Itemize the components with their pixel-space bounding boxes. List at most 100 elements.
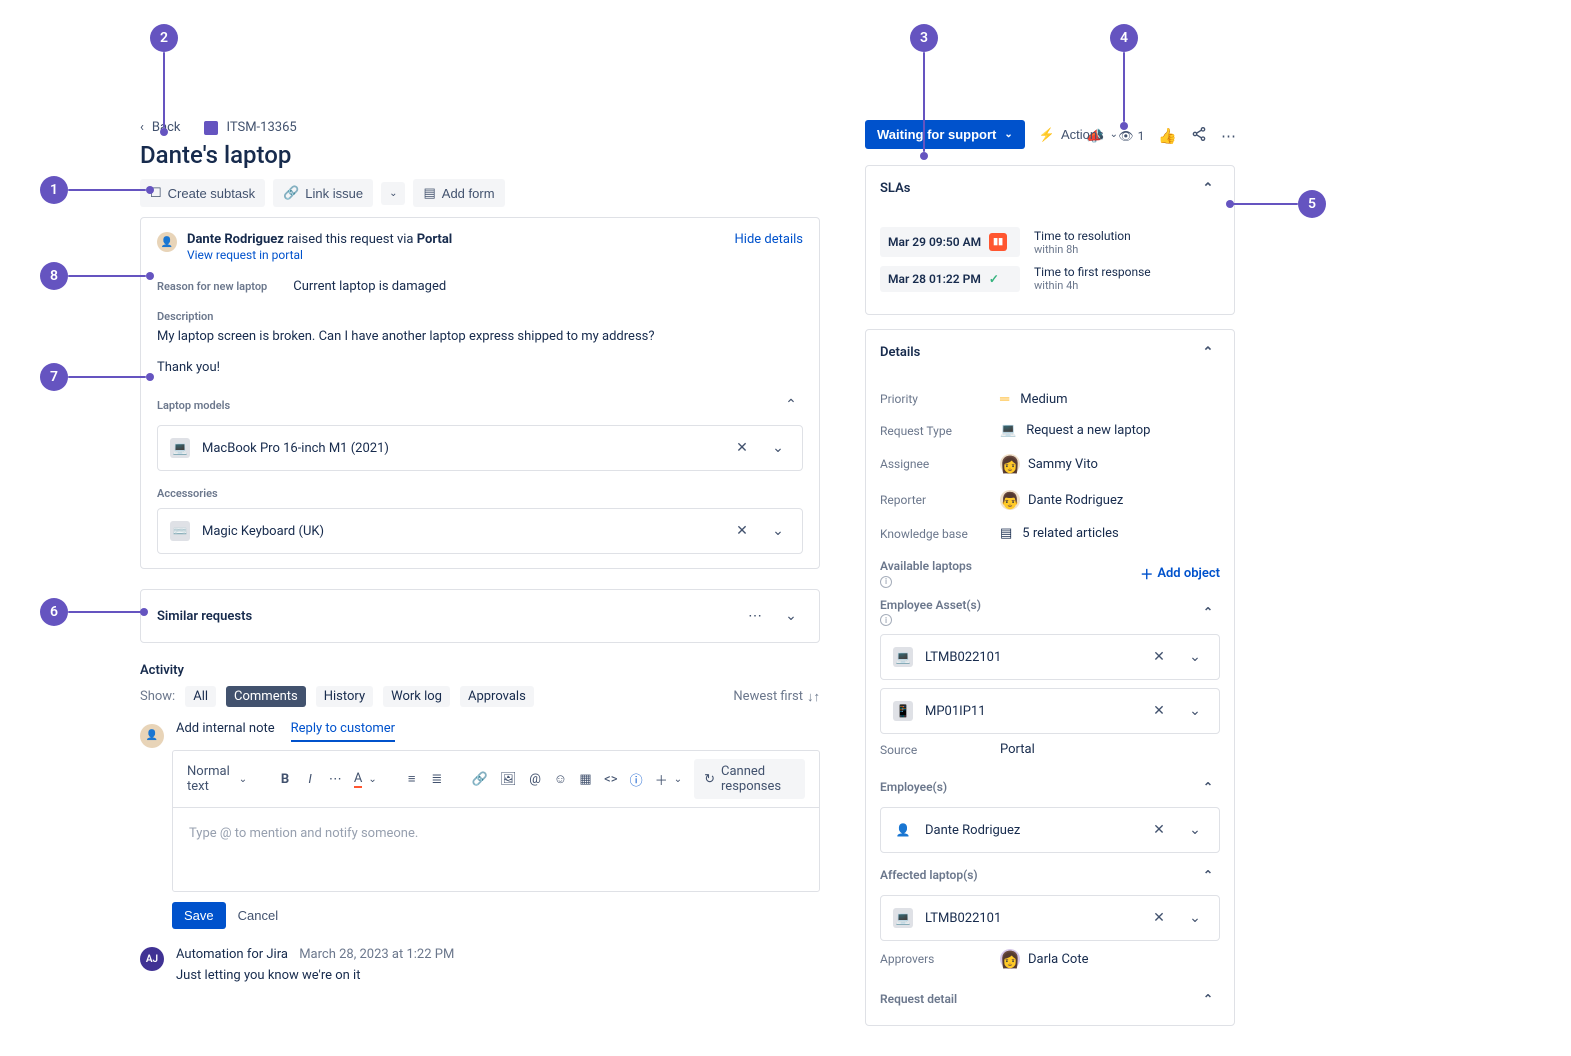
laptop-models-label: Laptop models: [157, 399, 230, 412]
source-field: Source Portal: [880, 734, 1220, 765]
collapse-icon[interactable]: ⌃: [1196, 176, 1220, 200]
callout-line: [68, 376, 146, 378]
tab-approvals[interactable]: Approvals: [460, 686, 534, 707]
check-icon: ✓: [989, 272, 999, 286]
callout-dot: [146, 373, 154, 381]
laptop-model-row[interactable]: 💻 MacBook Pro 16-inch M1 (2021) ✕ ⌄: [157, 425, 803, 471]
number-list-icon[interactable]: ≣: [430, 772, 443, 787]
issue-title[interactable]: Dante's laptop: [140, 141, 820, 169]
tab-history[interactable]: History: [316, 686, 373, 707]
callout-dot: [146, 186, 154, 194]
editor-textarea[interactable]: Type @ to mention and notify someone.: [173, 808, 819, 891]
comment-date: March 28, 2023 at 1:22 PM: [299, 947, 454, 962]
back-chevron-icon[interactable]: ‹: [140, 120, 144, 135]
article-icon: ▤: [1000, 526, 1012, 541]
priority-field[interactable]: Priority ═ Medium: [880, 383, 1220, 415]
text-color-select[interactable]: A⌄: [354, 771, 377, 788]
link-issue-button[interactable]: 🔗 Link issue: [273, 179, 373, 207]
internal-note-tab[interactable]: Add internal note: [176, 721, 275, 742]
affected-row[interactable]: 💻 LTMB022101 ✕ ⌄: [880, 895, 1220, 941]
link-icon[interactable]: 🔗: [472, 772, 488, 787]
chevron-down-icon[interactable]: ⌄: [766, 519, 790, 543]
reply-customer-tab[interactable]: Reply to customer: [291, 721, 395, 742]
hide-details-link[interactable]: Hide details: [735, 232, 803, 247]
link-issue-dropdown[interactable]: ⌄: [381, 182, 405, 205]
request-source: Portal: [417, 232, 453, 247]
insert-more[interactable]: ＋⌄: [655, 770, 682, 789]
refresh-icon: ↻: [704, 772, 715, 787]
view-in-portal-link[interactable]: View request in portal: [187, 248, 303, 262]
more-icon[interactable]: ⋯: [743, 604, 767, 628]
info-icon[interactable]: i: [880, 576, 892, 588]
show-label: Show:: [140, 689, 175, 704]
sort-newest-first[interactable]: Newest first ↓↑: [733, 689, 820, 705]
bold-icon[interactable]: B: [278, 772, 291, 787]
comment-body: Just letting you know we're on it: [176, 968, 454, 983]
collapse-laptop-icon[interactable]: ⌃: [779, 393, 803, 417]
save-button[interactable]: Save: [172, 902, 226, 929]
similar-requests-card: Similar requests ⋯ ⌄: [140, 589, 820, 643]
assignee-field[interactable]: Assignee 👩Sammy Vito: [880, 446, 1220, 482]
request-type-field[interactable]: Request Type 💻 Request a new laptop: [880, 415, 1220, 446]
table-icon[interactable]: ▦: [579, 772, 592, 787]
accessory-row[interactable]: ⌨️ Magic Keyboard (UK) ✕ ⌄: [157, 508, 803, 554]
collapse-icon[interactable]: ⌃: [1196, 987, 1220, 1011]
chevron-down-icon[interactable]: ⌄: [1183, 818, 1207, 842]
cancel-button[interactable]: Cancel: [238, 908, 278, 923]
canned-responses-button[interactable]: ↻ Canned responses: [694, 759, 805, 799]
source-value: Portal: [1000, 742, 1035, 757]
collapse-icon[interactable]: ⌃: [1196, 775, 1220, 799]
emoji-icon[interactable]: ☺: [554, 771, 567, 787]
asset-row[interactable]: 📱 MP01IP11 ✕ ⌄: [880, 688, 1220, 734]
image-icon[interactable]: 🖼: [500, 772, 517, 787]
asset-link-icon[interactable]: ✕: [1147, 645, 1171, 669]
code-icon[interactable]: <>: [604, 772, 617, 787]
callout-line: [1232, 203, 1298, 205]
chevron-down-icon[interactable]: ⌄: [779, 604, 803, 628]
mention-icon[interactable]: @: [529, 772, 542, 787]
assignee-avatar: 👩: [1000, 454, 1020, 474]
link-icon: 🔗: [283, 185, 299, 201]
add-form-button[interactable]: ▤ Add form: [413, 179, 504, 207]
info-icon[interactable]: ⓘ: [630, 770, 643, 789]
collapse-icon[interactable]: ⌃: [1196, 863, 1220, 887]
tab-all[interactable]: All: [185, 686, 216, 707]
accessories-label: Accessories: [157, 487, 803, 500]
chevron-down-icon[interactable]: ⌄: [1183, 906, 1207, 930]
kb-field[interactable]: Knowledge base ▤ 5 related articles: [880, 518, 1220, 549]
sla-time-badge: Mar 29 09:50 AM ▮▮: [880, 227, 1020, 257]
tab-comments[interactable]: Comments: [226, 686, 306, 707]
info-icon[interactable]: i: [880, 614, 892, 626]
issue-type-icon: [204, 121, 218, 135]
approvers-field[interactable]: Approvers 👩Darla Cote: [880, 941, 1220, 977]
asset-link-icon[interactable]: ✕: [1147, 699, 1171, 723]
chevron-down-icon[interactable]: ⌄: [1183, 699, 1207, 723]
asset-link-icon[interactable]: ✕: [1147, 906, 1171, 930]
create-subtask-button[interactable]: ☐ Create subtask: [140, 179, 265, 207]
breadcrumb: ‹ Back ITSM-13365: [140, 120, 820, 135]
sla-time-badge: Mar 28 01:22 PM ✓: [880, 266, 1020, 292]
link-issue-label: Link issue: [305, 186, 363, 201]
employee-row[interactable]: 👤 Dante Rodriguez ✕ ⌄: [880, 807, 1220, 853]
chevron-down-icon[interactable]: ⌄: [766, 436, 790, 460]
tab-worklog[interactable]: Work log: [383, 686, 450, 707]
text-style-select[interactable]: Normal text ⌄: [187, 764, 247, 794]
collapse-icon[interactable]: ⌃: [1196, 340, 1220, 364]
more-format-icon[interactable]: ⋯: [329, 772, 342, 787]
actions-menu[interactable]: ⚡ Actions ⌄: [1039, 127, 1118, 143]
reporter-field[interactable]: Reporter 👨Dante Rodriguez: [880, 482, 1220, 518]
chevron-down-icon[interactable]: ⌄: [1183, 645, 1207, 669]
activity-header: Activity: [140, 663, 820, 678]
asset-link-icon[interactable]: ✕: [1147, 818, 1171, 842]
issue-key-link[interactable]: ITSM-13365: [226, 120, 296, 135]
asset-link-icon[interactable]: ✕: [730, 519, 754, 543]
status-dropdown[interactable]: Waiting for support ⌄: [865, 120, 1025, 149]
collapse-icon[interactable]: ⌃: [1196, 600, 1220, 624]
asset-row[interactable]: 💻 LTMB022101 ✕ ⌄: [880, 634, 1220, 680]
italic-icon[interactable]: I: [304, 772, 317, 787]
asset-link-icon[interactable]: ✕: [730, 436, 754, 460]
add-object-link[interactable]: ＋ Add object: [1140, 564, 1220, 583]
bullet-list-icon[interactable]: ≡: [405, 771, 418, 787]
comment-author: Automation for Jira: [176, 947, 288, 962]
callout-7: 7: [40, 363, 68, 391]
